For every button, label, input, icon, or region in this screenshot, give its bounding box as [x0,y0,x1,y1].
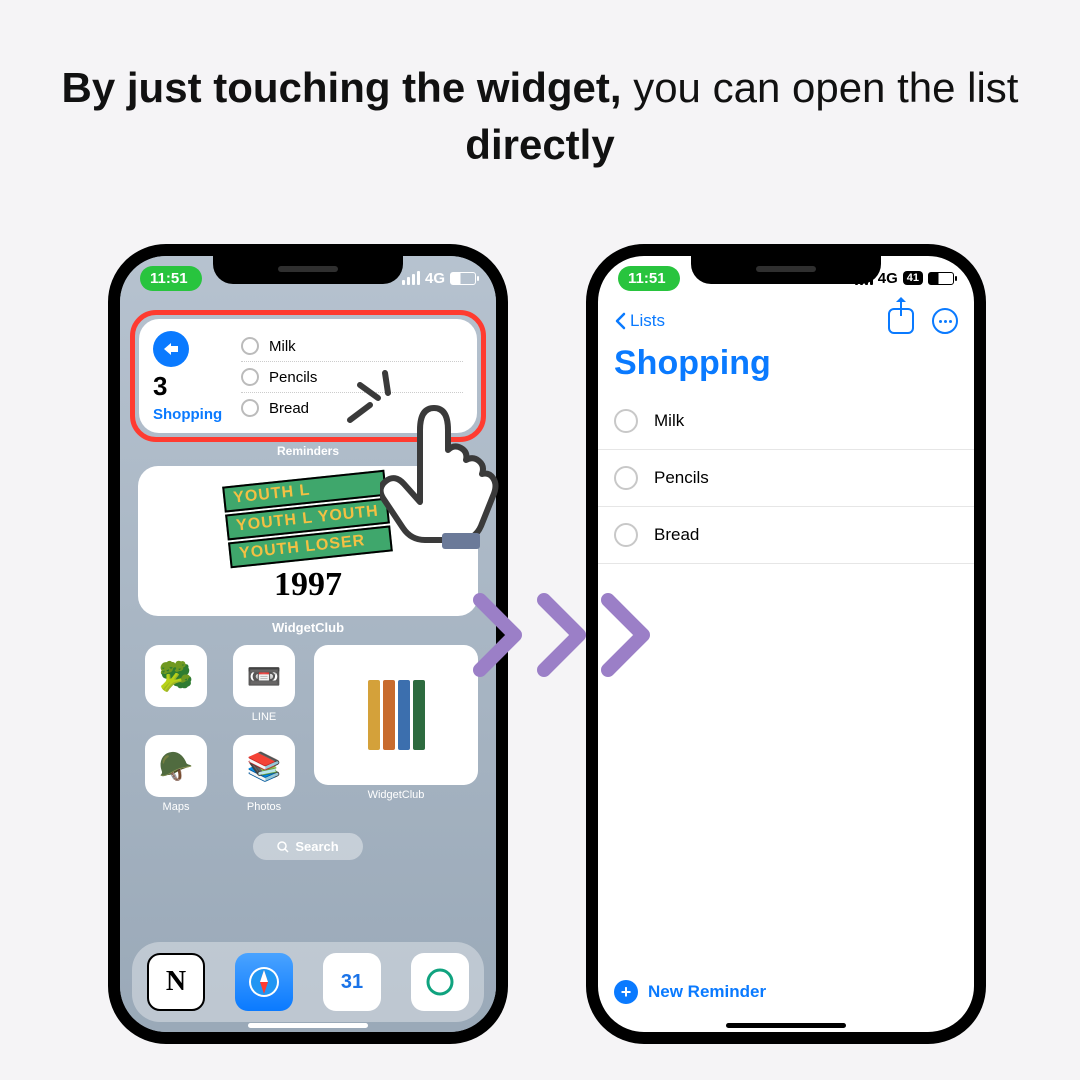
dock-app-safari[interactable] [235,953,293,1011]
reminder-item[interactable]: Milk [598,393,974,450]
app-icon[interactable]: 🪖Maps [138,735,214,813]
share-button[interactable] [888,308,914,334]
home-indicator[interactable] [726,1023,846,1028]
dock: N 31 [132,942,484,1022]
list-title: Shopping [598,340,974,393]
dock-app-chatgpt[interactable] [411,953,469,1011]
widget-count: 3 [153,371,231,402]
checkbox-icon [241,368,259,386]
status-carrier: 4G [425,270,445,287]
headline: By just touching the widget, you can ope… [0,60,1080,173]
app-icon[interactable]: 📼LINE [226,645,302,723]
list-icon [153,331,189,367]
search-button[interactable]: Search [253,833,363,860]
app-icon[interactable]: 📚Photos [226,735,302,813]
checkbox-icon [241,337,259,355]
reminder-item[interactable]: Pencils [598,450,974,507]
status-time: 11:51 [140,266,202,291]
new-reminder-button[interactable]: + New Reminder [614,980,766,1004]
checkbox-icon[interactable] [614,466,638,490]
search-icon [277,841,289,853]
status-carrier: 4G [878,270,898,287]
back-button[interactable]: Lists [614,311,665,331]
notch [691,254,881,284]
notch [213,254,403,284]
widget-item: Milk [241,331,463,362]
status-time: 11:51 [618,266,680,291]
dock-app-calendar[interactable]: 31 [323,953,381,1011]
battery-icon [450,272,476,285]
tap-gesture-icon [380,395,510,560]
more-button[interactable] [932,308,958,334]
phone-homescreen: 11:51 4G Milk Pencils Bread 3 Shopping R… [108,244,508,1044]
poster-year: 1997 [274,566,342,604]
home-indicator[interactable] [248,1023,368,1028]
battery-icon [928,272,954,285]
plus-icon: + [614,980,638,1004]
checkbox-icon[interactable] [614,523,638,547]
checkbox-icon[interactable] [614,409,638,433]
photo-widget[interactable]: WidgetClub [314,645,478,813]
battery-pct: 41 [903,271,923,285]
transition-arrows [470,590,658,680]
chevron-left-icon [614,312,626,330]
dock-app-notion[interactable]: N [147,953,205,1011]
signal-icon [402,271,420,285]
checkbox-icon [241,399,259,417]
app-icon[interactable]: 🥦 [138,645,214,723]
poster-label: WidgetClub [120,620,496,635]
reminder-item[interactable]: Bread [598,507,974,564]
widget-list-name: Shopping [153,406,231,423]
